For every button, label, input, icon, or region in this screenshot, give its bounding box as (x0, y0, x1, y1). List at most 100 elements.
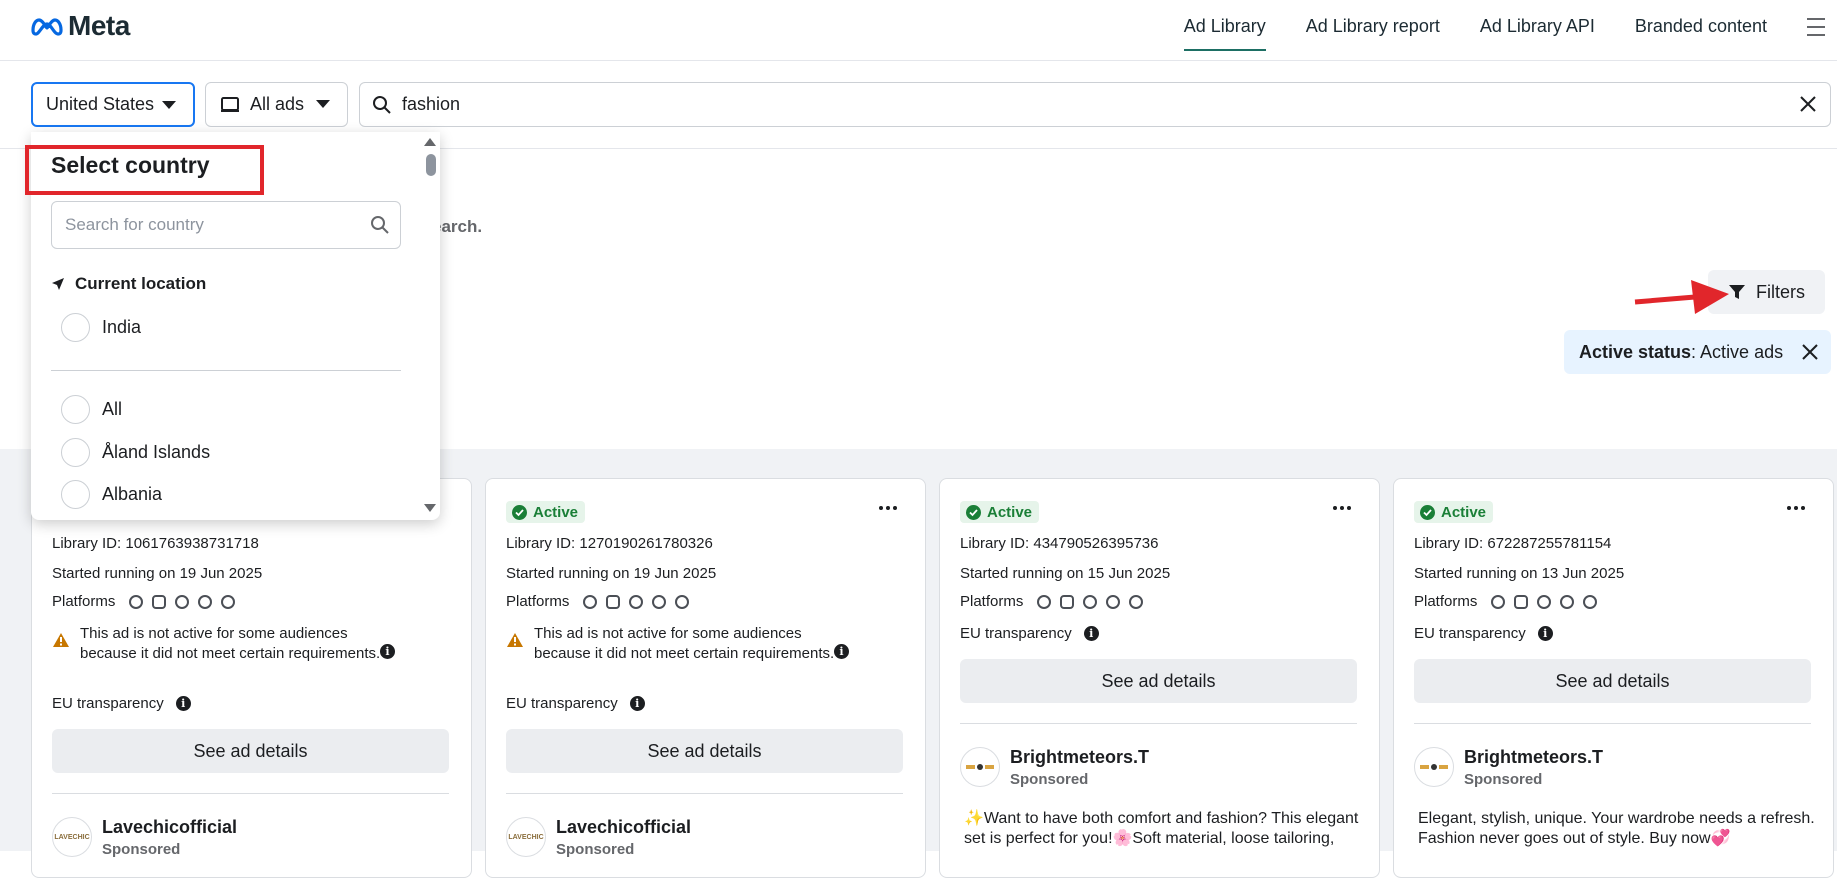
eu-transparency-row: EU transparency i (1414, 625, 1553, 642)
country-option-india[interactable]: India (61, 313, 141, 342)
top-bar: Meta Ad Library Ad Library report Ad Lib… (0, 0, 1837, 61)
status-badge-label: Active (533, 503, 579, 521)
avatar[interactable]: LAVECHIC (506, 817, 546, 857)
threads-icon (1129, 594, 1144, 609)
advertiser-name[interactable]: Brightmeteors.T (1464, 747, 1603, 768)
radio-button[interactable] (61, 313, 90, 342)
search-icon (373, 95, 391, 114)
info-icon[interactable]: i (380, 644, 395, 659)
instagram-icon (606, 594, 621, 609)
avatar[interactable] (960, 747, 1000, 787)
platforms-row: Platforms (506, 593, 690, 610)
advertiser-row: LAVECHIC Lavechicofficial Sponsored (52, 817, 237, 858)
divider (1414, 723, 1811, 724)
info-icon[interactable]: i (1083, 626, 1099, 641)
see-ad-details-button[interactable]: See ad details (960, 659, 1357, 703)
facebook-icon (1037, 594, 1052, 609)
see-ad-details-button[interactable]: See ad details (52, 729, 449, 773)
scrollbar-thumb[interactable] (426, 154, 436, 176)
nav-ad-library-api[interactable]: Ad Library API (1480, 16, 1595, 51)
ad-card: Active Library ID: 672287255781154 Start… (1393, 478, 1834, 878)
more-options-icon[interactable] (1333, 506, 1351, 510)
radio-button[interactable] (61, 480, 90, 509)
messenger-icon (198, 594, 213, 609)
advertiser-name[interactable]: Brightmeteors.T (1010, 747, 1149, 768)
monitor-icon (221, 96, 239, 112)
ad-type-select[interactable]: All ads (205, 82, 348, 127)
meta-logo[interactable]: Meta (30, 10, 130, 42)
platforms-label: Platforms (506, 593, 570, 610)
radio-button[interactable] (61, 438, 90, 467)
eu-transparency-label: EU transparency (1414, 625, 1526, 642)
divider (506, 793, 903, 794)
info-icon[interactable]: i (629, 696, 645, 711)
platforms-row: Platforms (52, 593, 236, 610)
advertiser-name[interactable]: Lavechicofficial (556, 817, 691, 838)
meta-infinity-icon (31, 18, 63, 36)
sponsored-label: Sponsored (1464, 771, 1543, 788)
country-search-input[interactable]: Search for country (51, 201, 401, 249)
see-ad-details-button[interactable]: See ad details (1414, 659, 1811, 703)
eu-transparency-row: EU transparency i (52, 695, 191, 712)
check-circle-icon (512, 504, 527, 520)
country-option-label: All (102, 399, 123, 419)
divider (51, 370, 401, 371)
platforms-label: Platforms (960, 593, 1024, 610)
advertiser-name[interactable]: Lavechicofficial (102, 817, 237, 838)
eu-transparency-row: EU transparency i (506, 695, 645, 712)
filters-label: Filters (1756, 281, 1805, 302)
scroll-up-arrow-icon[interactable] (424, 138, 436, 146)
advertiser-row: LAVECHIC Lavechicofficial Sponsored (506, 817, 691, 858)
info-icon[interactable]: i (1537, 626, 1553, 641)
sponsored-label: Sponsored (556, 841, 635, 858)
caret-down-icon (162, 101, 176, 109)
started-running: Started running on 15 Jun 2025 (960, 565, 1171, 582)
advertiser-row: Brightmeteors.T Sponsored (1414, 747, 1603, 788)
ad-body-text: Elegant, stylish, unique. Your wardrobe … (1418, 810, 1815, 847)
ad-card: Active Library ID: 434790526395736 Start… (939, 478, 1380, 878)
location-arrow-icon (52, 278, 64, 290)
sponsored-label: Sponsored (102, 841, 181, 858)
search-input[interactable]: fashion (359, 82, 1831, 127)
country-option-label: Åland Islands (102, 442, 211, 462)
eu-transparency-row: EU transparency i (960, 625, 1099, 642)
check-circle-icon (966, 504, 981, 520)
radio-button[interactable] (61, 395, 90, 424)
warning-row: This ad is not active for some audiences… (506, 624, 836, 664)
nav-ad-library[interactable]: Ad Library (1183, 16, 1266, 51)
avatar[interactable] (1414, 747, 1454, 787)
started-running: Started running on 19 Jun 2025 (506, 565, 717, 582)
country-option-aland-islands[interactable]: Åland Islands (61, 438, 210, 467)
country-option-albania[interactable]: Albania (61, 480, 162, 509)
close-icon[interactable] (1798, 94, 1818, 114)
status-badge: Active (1414, 501, 1494, 523)
eu-transparency-label: EU transparency (52, 695, 164, 712)
status-badge-label: Active (1441, 503, 1487, 521)
country-option-all[interactable]: All (61, 395, 122, 424)
nav-ad-library-report[interactable]: Ad Library report (1306, 16, 1440, 51)
avatar[interactable]: LAVECHIC (52, 817, 92, 857)
country-select-label: United States (46, 94, 155, 114)
close-icon[interactable] (1801, 343, 1819, 361)
threads-icon (675, 594, 690, 609)
menu-icon[interactable] (1807, 18, 1825, 36)
country-select[interactable]: United States (31, 82, 195, 127)
annotation-highlight-box (25, 145, 264, 195)
audience-network-icon (1083, 594, 1098, 609)
info-icon[interactable]: i (834, 644, 849, 659)
scroll-down-arrow-icon[interactable] (424, 504, 436, 512)
divider (960, 723, 1357, 724)
info-icon[interactable]: i (175, 696, 191, 711)
library-id: Library ID: 672287255781154 (1414, 535, 1612, 552)
country-option-label: Albania (102, 484, 163, 504)
nav-branded-content[interactable]: Branded content (1635, 16, 1767, 51)
audience-network-icon (629, 594, 644, 609)
messenger-icon (652, 594, 667, 609)
platforms-row: Platforms (960, 593, 1144, 610)
see-ad-details-button[interactable]: See ad details (506, 729, 903, 773)
platforms-label: Platforms (1414, 593, 1478, 610)
more-options-icon[interactable] (879, 506, 897, 510)
brand-logo-icon (966, 764, 994, 770)
more-options-icon[interactable] (1787, 506, 1805, 510)
facebook-icon (129, 594, 144, 609)
